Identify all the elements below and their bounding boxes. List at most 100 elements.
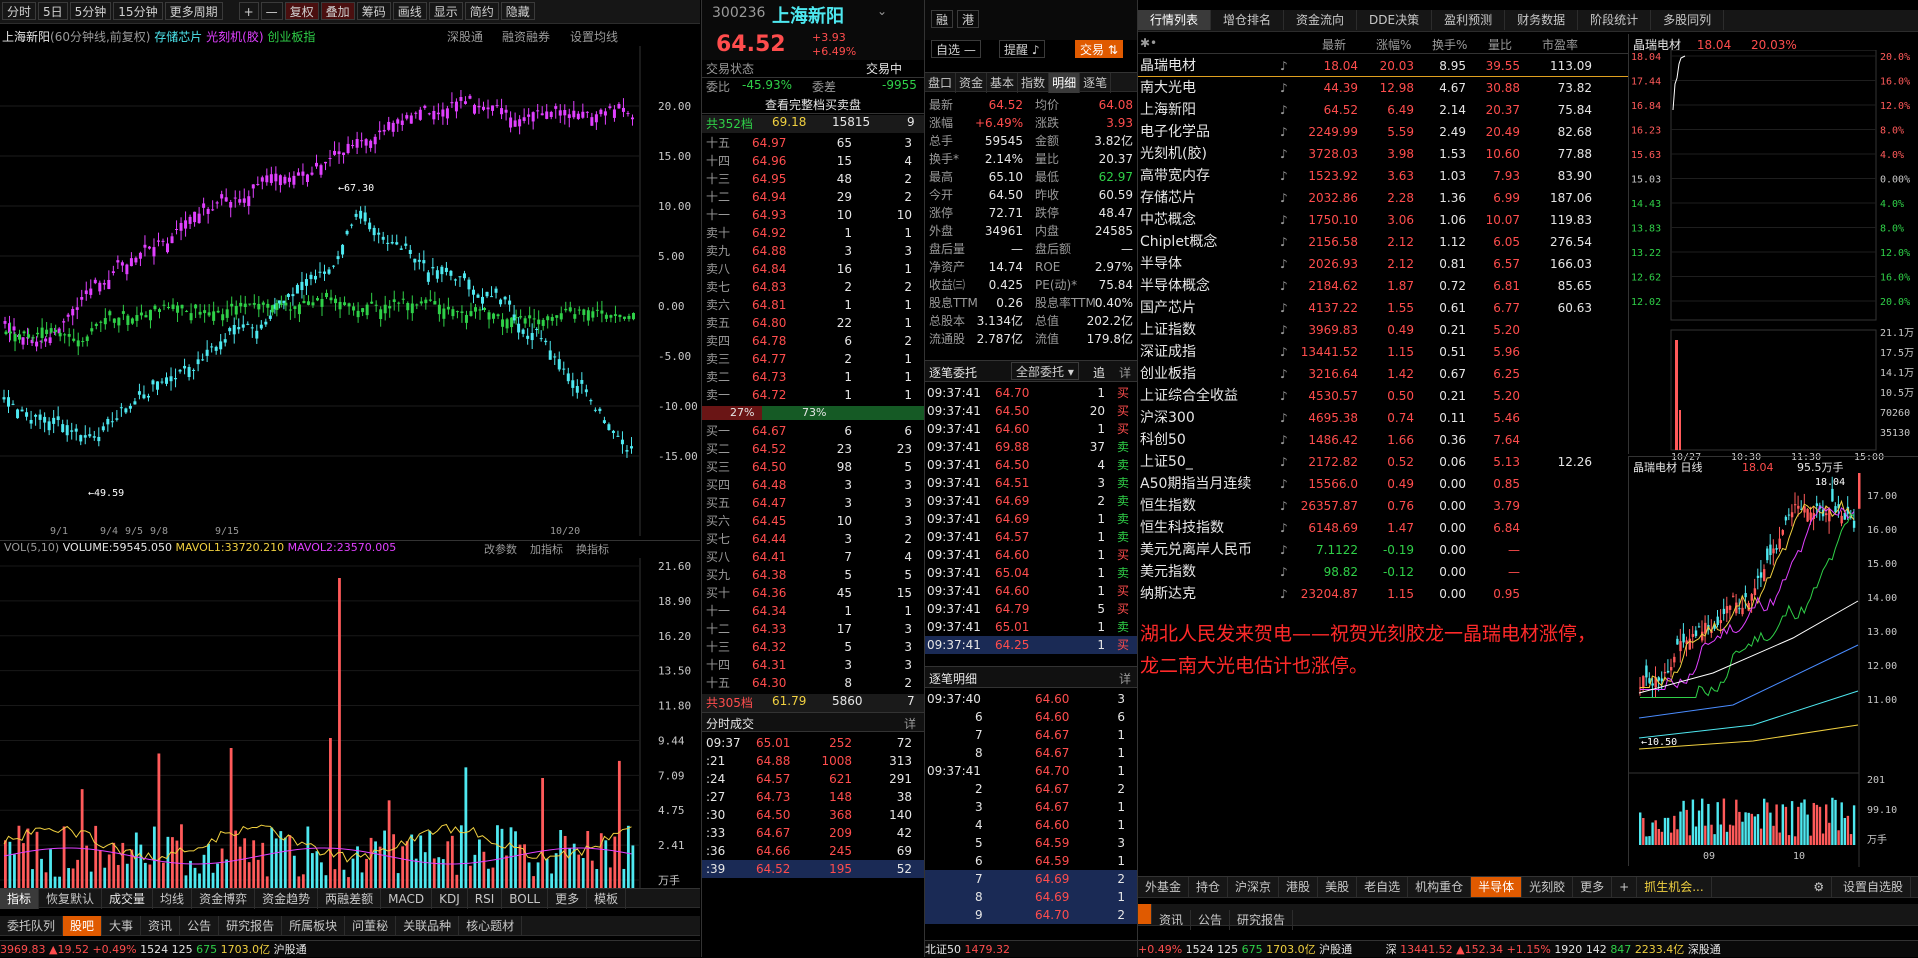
bell-icon[interactable]: ♪ — [1280, 385, 1288, 407]
link-rzrq[interactable]: 融资融券 — [502, 28, 550, 45]
bell-icon[interactable]: ♪ — [1280, 561, 1288, 583]
buys-level[interactable]: 买八 64.41 7 4 — [702, 548, 924, 566]
list-item[interactable]: 恒生指数 ♪ 26357.87 0.76 0.00 3.79 — [1138, 495, 1628, 517]
tab-n2[interactable]: 公告 — [1191, 910, 1231, 930]
tab-indicator[interactable]: 指标 — [0, 889, 40, 909]
hgt-label[interactable]: 沪股通 — [274, 943, 307, 956]
tab-n1[interactable]: 资讯 — [1152, 910, 1192, 930]
buys-level[interactable]: 十一 64.34 1 1 — [702, 602, 924, 620]
tab-settings[interactable]: ⚙ 设置自选股 — [1799, 877, 1918, 897]
tab-fund-game[interactable]: 资金博弈 — [192, 889, 256, 909]
list-item[interactable]: 美元兑离岸人民币 ♪ 7.1122 -0.19 0.00— — [1138, 539, 1628, 561]
remind-button[interactable]: 提醒 ♪ — [999, 40, 1045, 58]
sells-level[interactable]: 卖十 64.92 1 1 — [702, 224, 924, 242]
list-item[interactable]: 电子化学品 ♪ 2249.99 5.59 2.49 20.49 82.68 — [1138, 121, 1628, 143]
tab-sector[interactable]: 所属板块 — [282, 916, 346, 936]
tab-pankou[interactable]: 盘口 — [925, 73, 957, 93]
list-item[interactable]: 国产芯片 ♪ 4137.22 1.55 0.61 6.77 60.63 — [1138, 297, 1628, 319]
bell-icon[interactable]: ♪ — [1280, 143, 1288, 165]
chips-button[interactable]: 筹码 — [356, 2, 391, 20]
sells-level[interactable]: 十三 64.95 48 2 — [702, 170, 924, 188]
bell-icon[interactable]: ♪ — [1280, 539, 1288, 561]
mini-daily[interactable]: 晶瑞电材 日线 18.04 95.5万手 17.00 16.00 15.00 14.0… — [1628, 456, 1918, 867]
tab-boll[interactable]: BOLL — [502, 889, 549, 909]
trade-button[interactable]: 交易 ⇅ — [1075, 40, 1123, 58]
list-item[interactable]: 上证指数 ♪ 3969.83 0.49 0.21 5.20 — [1138, 319, 1628, 341]
bell-icon[interactable]: ♪ — [1280, 165, 1288, 187]
col-pct[interactable]: 涨幅% — [1376, 36, 1411, 53]
vol-add-link[interactable]: 加指标 — [530, 541, 563, 557]
tag-rong[interactable]: 融 — [931, 10, 954, 28]
list-item[interactable]: 中芯概念 ♪ 1750.10 3.06 1.06 10.07 119.83 — [1138, 209, 1628, 231]
tab-dde[interactable]: DDE决策 — [1357, 10, 1433, 30]
buys-level[interactable]: 买六 64.45 10 3 — [702, 512, 924, 530]
sgt-label[interactable]: 深股通 — [1688, 943, 1721, 956]
bell-icon[interactable]: ♪ — [1280, 187, 1288, 209]
tab-news-active[interactable] — [1138, 904, 1152, 924]
bell-icon[interactable]: ♪ — [1280, 319, 1288, 341]
bell-icon[interactable]: ♪ — [1280, 121, 1288, 143]
list-item[interactable]: 晶瑞电材 ♪ 18.04 20.03 8.95 39.55 113.09 — [1138, 55, 1628, 77]
hgt-label-2[interactable]: 沪股通 — [1319, 943, 1352, 956]
bell-icon[interactable]: ♪ — [1280, 583, 1288, 605]
list-item[interactable]: 半导体 ♪ 2026.93 2.12 0.81 6.57 166.03 — [1138, 253, 1628, 275]
list-item[interactable]: 存储芯片 ♪ 2032.86 2.28 1.36 6.99 187.06 — [1138, 187, 1628, 209]
sells-level[interactable]: 卖六 64.81 1 1 — [702, 296, 924, 314]
volume-chart[interactable]: 21.6018.9016.2013.5011.809.447.094.752.4… — [0, 558, 700, 888]
sells-level[interactable]: 十二 64.94 29 2 — [702, 188, 924, 206]
tab-news[interactable]: 资讯 — [141, 916, 181, 936]
tab-quote-list[interactable]: 行情列表 — [1138, 10, 1212, 30]
buys-level[interactable]: 买四 64.48 3 3 — [702, 476, 924, 494]
col-volratio[interactable]: 量比 — [1488, 36, 1512, 53]
sells-level[interactable]: 卖二 64.73 1 1 — [702, 368, 924, 386]
tab-fund-trend[interactable]: 资金趋势 — [255, 889, 319, 909]
list-item[interactable]: 高带宽内存 ♪ 1523.92 3.63 1.03 7.93 83.90 — [1138, 165, 1628, 187]
tab-multi[interactable]: 多股同列 — [1651, 10, 1725, 30]
star-icon[interactable]: ✱• — [1140, 36, 1157, 50]
tab-g10[interactable]: + — [1612, 877, 1638, 897]
tab-n3[interactable]: 研究报告 — [1230, 910, 1294, 930]
sells-level[interactable]: 十四 64.96 15 4 — [702, 152, 924, 170]
list-item[interactable]: 半导体概念 ♪ 2184.62 1.87 0.72 6.81 85.65 — [1138, 275, 1628, 297]
buys-level[interactable]: 买二 64.52 23 23 — [702, 440, 924, 458]
link-ma-setting[interactable]: 设置均线 — [570, 28, 618, 45]
tab-g11[interactable]: 抓生机会... — [1637, 877, 1712, 897]
bell-icon[interactable]: ♪ — [1280, 297, 1288, 319]
tab-template[interactable]: 模板 — [587, 889, 627, 909]
tab-queue[interactable]: 委托队列 — [0, 916, 64, 936]
tab-announce[interactable]: 公告 — [180, 916, 220, 936]
overlay-storage[interactable]: 存储芯片 — [154, 30, 202, 44]
tab-detail[interactable]: 明细 — [1049, 73, 1081, 93]
list-item[interactable]: 深证成指 ♪ 13441.52 1.15 0.51 5.96 — [1138, 341, 1628, 363]
tab-events[interactable]: 大事 — [102, 916, 142, 936]
zixuan-button[interactable]: 自选 — — [931, 40, 981, 58]
tab-macd[interactable]: MACD — [381, 889, 433, 909]
zoom-in-button[interactable]: + — [238, 2, 259, 20]
sells-level[interactable]: 卖五 64.80 22 1 — [702, 314, 924, 332]
list-item[interactable]: 上海新阳 ♪ 64.52 6.49 2.14 20.37 75.84 — [1138, 99, 1628, 121]
tab-basic[interactable]: 基本 — [987, 73, 1019, 93]
mini-intraday[interactable]: 晶瑞电材 18.04 20.03% 18.04 20.0% 17.44 16.0% 16… — [1628, 34, 1918, 462]
vol-param-link[interactable]: 改参数 — [484, 541, 517, 557]
tab-g4[interactable]: 美股 — [1318, 877, 1358, 897]
sells-level[interactable]: 卖四 64.78 6 2 — [702, 332, 924, 350]
tab-g2[interactable]: 沪深京 — [1228, 877, 1280, 897]
sells-level[interactable]: 卖九 64.88 3 3 — [702, 242, 924, 260]
tab-g0[interactable]: 外基金 — [1138, 877, 1190, 897]
buys-level[interactable]: 十二 64.33 17 3 — [702, 620, 924, 638]
buys-level[interactable]: 买七 64.44 3 2 — [702, 530, 924, 548]
buys-level[interactable]: 买十 64.36 45 15 — [702, 584, 924, 602]
mini-intraday-chart[interactable]: 18.04 20.0%17.44 16.0%16.84 12.0%16.23 8.0%1… — [1629, 50, 1918, 462]
tab-kdj[interactable]: KDJ — [432, 889, 468, 909]
overlay-litho[interactable]: 光刻机(胶) — [206, 30, 263, 44]
tab-g5[interactable]: 老自选 — [1357, 877, 1409, 897]
list-item[interactable]: 光刻机(胶) ♪ 3728.03 3.98 1.53 10.60 77.88 — [1138, 143, 1628, 165]
list-item[interactable]: 上证综合全收益 ♪ 4530.57 0.50 0.21 5.20 — [1138, 385, 1628, 407]
buys-level[interactable]: 买九 64.38 5 5 — [702, 566, 924, 584]
tab-ma[interactable]: 均线 — [153, 889, 193, 909]
bell-icon[interactable]: ♪ — [1280, 473, 1288, 495]
tab-fund[interactable]: 资金 — [956, 73, 988, 93]
tab-reset[interactable]: 恢复默认 — [39, 889, 103, 909]
bell-icon[interactable]: ♪ — [1280, 253, 1288, 275]
list-item[interactable]: 美元指数 ♪ 98.82 -0.12 0.00— — [1138, 561, 1628, 583]
